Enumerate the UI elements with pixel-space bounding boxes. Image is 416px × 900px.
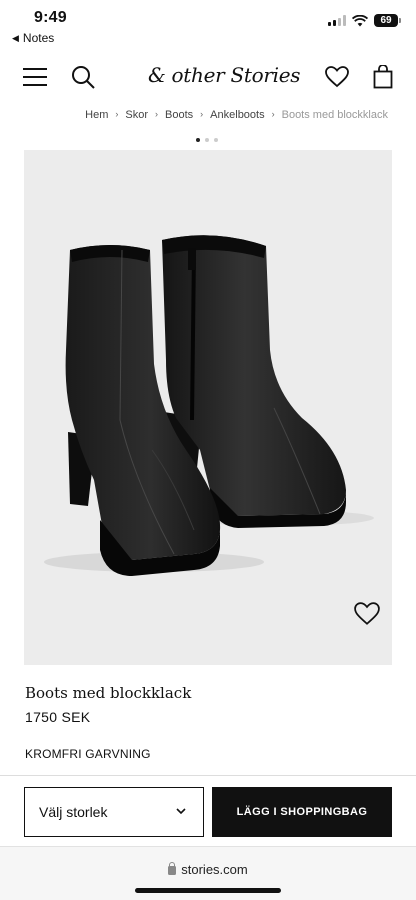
size-select[interactable]: Välj storlek	[24, 787, 204, 837]
cellular-signal-icon	[328, 15, 346, 26]
site-header: & other Stories	[0, 56, 416, 96]
home-indicator[interactable]	[135, 888, 281, 893]
breadcrumb-shoes[interactable]: Skor	[125, 109, 148, 121]
breadcrumb-home[interactable]: Hem	[85, 109, 108, 121]
brand-logo[interactable]: & other Stories	[148, 63, 301, 87]
url-text: stories.com	[181, 862, 248, 877]
url-display[interactable]: stories.com	[0, 862, 416, 877]
product-title: Boots med blockklack	[25, 684, 192, 702]
carousel-dot[interactable]	[196, 138, 200, 142]
bag-icon	[373, 65, 393, 89]
breadcrumb-separator-icon: ›	[271, 109, 275, 119]
breadcrumb-separator-icon: ›	[155, 109, 159, 119]
lock-icon	[168, 862, 177, 875]
back-to-notes-link[interactable]: ◀ Notes	[12, 31, 54, 45]
product-image[interactable]	[24, 150, 392, 665]
carousel-dot[interactable]	[214, 138, 218, 142]
menu-button[interactable]	[20, 62, 50, 92]
carousel-dot[interactable]	[205, 138, 209, 142]
wishlist-button[interactable]	[322, 62, 352, 92]
breadcrumb: Hem › Skor › Boots › Ankelboots › Boots …	[0, 109, 416, 121]
chevron-down-icon	[176, 808, 186, 815]
boots-photo	[44, 235, 374, 576]
breadcrumb-boots[interactable]: Boots	[165, 109, 193, 121]
search-icon	[72, 66, 95, 89]
breadcrumb-separator-icon: ›	[200, 109, 204, 119]
product-price: 1750 SEK	[25, 709, 91, 725]
menu-icon	[23, 68, 47, 86]
size-select-label: Välj storlek	[39, 804, 108, 820]
back-label: Notes	[22, 31, 55, 45]
status-bar: 9:49 69 ◀ Notes	[0, 0, 416, 45]
add-to-bag-button[interactable]: LÄGG I SHOPPINGBAG	[212, 787, 392, 837]
search-button[interactable]	[68, 62, 98, 92]
breadcrumb-ankle-boots[interactable]: Ankelboots	[210, 109, 264, 121]
battery-icon: 69	[374, 14, 401, 27]
wifi-icon	[352, 14, 368, 26]
back-arrow-icon: ◀	[12, 32, 19, 43]
status-time: 9:49	[34, 9, 67, 26]
divider	[0, 775, 416, 776]
image-wishlist-heart-icon[interactable]	[354, 601, 380, 627]
heart-icon	[325, 66, 349, 88]
shopping-bag-button[interactable]	[368, 62, 398, 92]
breadcrumb-separator-icon: ›	[115, 109, 119, 119]
breadcrumb-current: Boots med blockklack	[281, 109, 388, 121]
product-feature-tag: KROMFRI GARVNING	[25, 747, 151, 761]
status-icons: 69	[328, 14, 401, 27]
carousel-pagination	[196, 138, 218, 142]
